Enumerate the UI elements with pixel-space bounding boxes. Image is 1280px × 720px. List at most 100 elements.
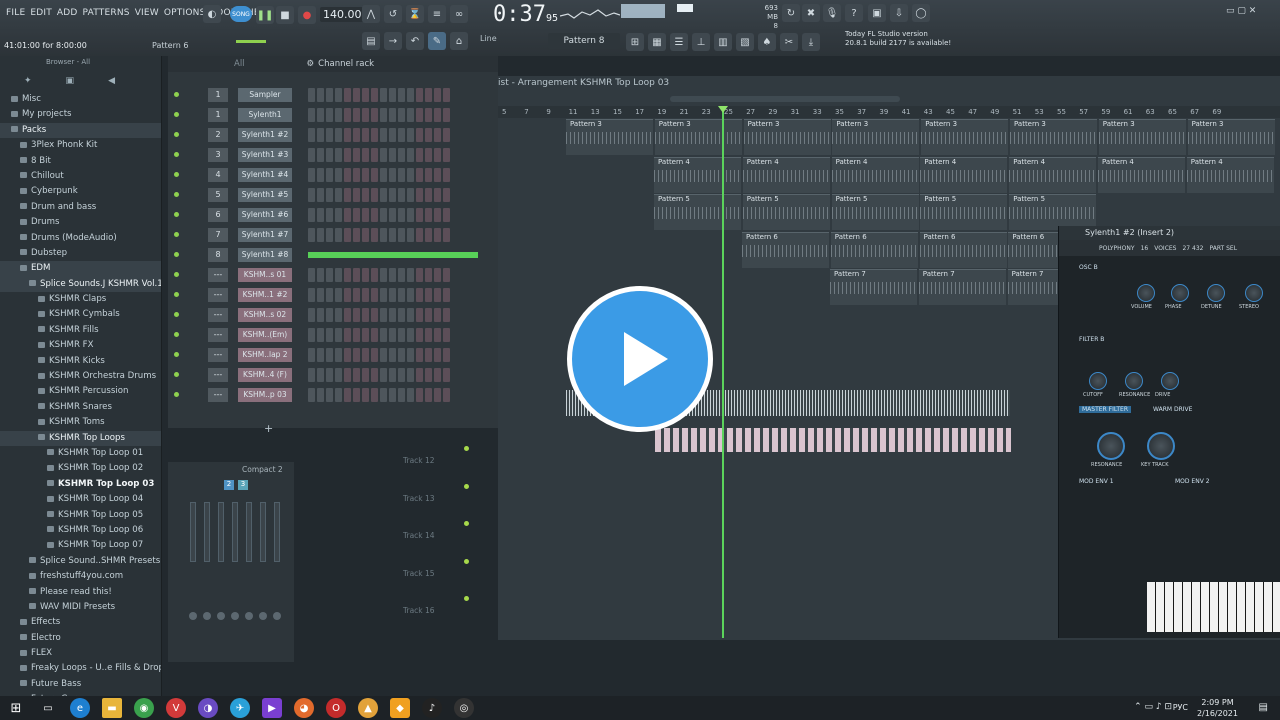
step-button[interactable] xyxy=(434,348,441,362)
step-button[interactable] xyxy=(308,348,315,362)
channel-name[interactable]: KSHM..lap 2 xyxy=(238,348,292,362)
step-button[interactable] xyxy=(362,308,369,322)
step-button[interactable] xyxy=(380,348,387,362)
step-button[interactable] xyxy=(344,148,351,162)
channel-led[interactable] xyxy=(174,112,179,117)
step-button[interactable] xyxy=(335,108,342,122)
step-button[interactable] xyxy=(443,188,450,202)
pencil-icon[interactable]: ✎ xyxy=(428,32,446,50)
browser-item[interactable]: Packs xyxy=(0,122,161,139)
pattern-clip[interactable]: Pattern 3 xyxy=(1187,119,1275,155)
step-button[interactable] xyxy=(362,288,369,302)
step-button[interactable] xyxy=(425,388,432,402)
polyphony-value[interactable]: 16 xyxy=(1141,245,1149,252)
track-label[interactable]: Track 15 xyxy=(403,569,435,578)
step-button[interactable] xyxy=(371,328,378,342)
step-button[interactable] xyxy=(443,148,450,162)
back-icon[interactable]: ◀ xyxy=(108,76,115,86)
browser-item[interactable]: Drum and bass xyxy=(0,200,161,215)
undo-icon[interactable]: ↶ xyxy=(406,32,424,50)
folder-icon[interactable]: ▣ xyxy=(66,76,75,86)
step-button[interactable] xyxy=(416,208,423,222)
step-button[interactable] xyxy=(308,328,315,342)
browser-item[interactable]: Please read this! xyxy=(0,585,161,600)
step-button[interactable] xyxy=(353,268,360,282)
step-button[interactable] xyxy=(389,348,396,362)
step-button[interactable] xyxy=(434,208,441,222)
step-button[interactable] xyxy=(389,268,396,282)
step-button[interactable] xyxy=(434,388,441,402)
synth-knob[interactable] xyxy=(1137,284,1155,302)
step-button[interactable] xyxy=(353,348,360,362)
browser-item[interactable]: Drums xyxy=(0,215,161,230)
mixer-fader[interactable] xyxy=(246,502,252,562)
step-button[interactable] xyxy=(317,348,324,362)
pattern-clip[interactable]: Pattern 7 xyxy=(830,269,917,305)
track-mute-led[interactable] xyxy=(464,483,469,489)
step-button[interactable] xyxy=(389,188,396,202)
pattern-clip[interactable]: Pattern 5 xyxy=(920,194,1008,230)
step-button[interactable] xyxy=(353,168,360,182)
step-button[interactable] xyxy=(407,348,414,362)
channel-mixer-track[interactable]: 8 xyxy=(208,248,228,262)
step-button[interactable] xyxy=(389,388,396,402)
step-button[interactable] xyxy=(362,188,369,202)
browser-item[interactable]: KSHMR Cymbals xyxy=(0,307,161,322)
step-button[interactable] xyxy=(326,328,333,342)
master-volume-slider[interactable] xyxy=(677,4,693,12)
step-button[interactable] xyxy=(425,328,432,342)
step-button[interactable] xyxy=(344,88,351,102)
step-button[interactable] xyxy=(335,288,342,302)
menu-item[interactable]: OPTIONS xyxy=(164,8,206,18)
step-button[interactable] xyxy=(380,328,387,342)
synth-knob[interactable] xyxy=(1089,372,1107,390)
channel-mixer-track[interactable]: --- xyxy=(208,368,228,382)
step-button[interactable] xyxy=(398,228,405,242)
step-button[interactable] xyxy=(371,188,378,202)
track-label[interactable]: Track 14 xyxy=(403,531,435,540)
channel-led[interactable] xyxy=(174,332,179,337)
step-button[interactable] xyxy=(326,188,333,202)
channel-led[interactable] xyxy=(174,292,179,297)
save-icon[interactable]: ▣ xyxy=(868,4,886,22)
step-button[interactable] xyxy=(443,128,450,142)
step-button[interactable] xyxy=(371,88,378,102)
channel-led[interactable] xyxy=(174,152,179,157)
snap-selector[interactable]: Line xyxy=(480,34,497,43)
step-button[interactable] xyxy=(443,208,450,222)
step-button[interactable] xyxy=(362,88,369,102)
mixer-knob[interactable] xyxy=(189,612,197,620)
step-icon[interactable]: ⋀ xyxy=(362,5,380,23)
step-button[interactable] xyxy=(407,108,414,122)
menu-item[interactable]: VIEW xyxy=(135,8,159,18)
browser-item[interactable]: Future Bass xyxy=(0,677,161,692)
step-button[interactable] xyxy=(308,368,315,382)
step-button[interactable] xyxy=(362,328,369,342)
step-button[interactable] xyxy=(335,388,342,402)
step-button[interactable] xyxy=(308,388,315,402)
step-button[interactable] xyxy=(425,308,432,322)
browser-item[interactable]: 3Plex Phonk Kit xyxy=(0,138,161,153)
channel-name[interactable]: KSHM..(Em) xyxy=(238,328,292,342)
step-button[interactable] xyxy=(380,388,387,402)
pattern-clip[interactable]: Pattern 3 xyxy=(1010,119,1097,155)
step-button[interactable] xyxy=(317,148,324,162)
step-button[interactable] xyxy=(371,108,378,122)
step-button[interactable] xyxy=(317,168,324,182)
step-button[interactable] xyxy=(335,188,342,202)
channel-led[interactable] xyxy=(174,352,179,357)
pattern-clip[interactable]: Pattern 3 xyxy=(1098,119,1186,155)
step-button[interactable] xyxy=(362,388,369,402)
twitch-icon[interactable]: ▶ xyxy=(262,698,282,718)
step-button[interactable] xyxy=(371,268,378,282)
step-button[interactable] xyxy=(362,148,369,162)
paint-icon[interactable]: ⌂ xyxy=(450,32,468,50)
browser-item[interactable]: Chillout xyxy=(0,169,161,184)
mixer-fader[interactable] xyxy=(260,502,266,562)
step-button[interactable] xyxy=(398,208,405,222)
channel-name[interactable]: Sylenth1 xyxy=(238,108,292,122)
tag-icon[interactable]: ✂ xyxy=(780,33,798,51)
opera-icon[interactable]: O xyxy=(326,698,346,718)
step-button[interactable] xyxy=(344,268,351,282)
step-button[interactable] xyxy=(353,208,360,222)
